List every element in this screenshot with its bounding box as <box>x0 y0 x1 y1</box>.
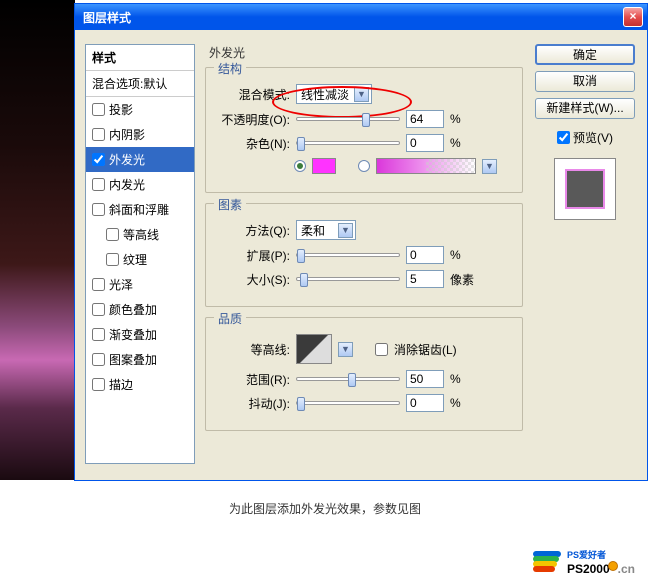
sidebar-item[interactable]: 光泽 <box>86 272 194 297</box>
sidebar-label: 等高线 <box>123 226 159 243</box>
sidebar-checkbox[interactable] <box>92 278 105 291</box>
cancel-button[interactable]: 取消 <box>535 71 635 92</box>
window-title: 图层样式 <box>79 9 623 26</box>
group-quality: 品质 等高线: ▼ 消除锯齿(L) 范围(R): % 抖动(J): <box>205 317 523 431</box>
style-sidebar: 样式 混合选项:默认 投影内阴影外发光内发光斜面和浮雕等高线纹理光泽颜色叠加渐变… <box>85 44 195 464</box>
preview-checkbox[interactable] <box>557 131 570 144</box>
contour-picker[interactable] <box>296 334 332 364</box>
sidebar-label: 投影 <box>109 101 133 118</box>
sidebar-item[interactable]: 纹理 <box>86 247 194 272</box>
legend-structure: 结构 <box>214 60 246 77</box>
group-elements: 图素 方法(Q): 柔和 ▼ 扩展(P): % 大小(S): <box>205 203 523 307</box>
sidebar-checkbox[interactable] <box>106 228 119 241</box>
sidebar-label: 外发光 <box>109 151 145 168</box>
sidebar-item[interactable]: 斜面和浮雕 <box>86 197 194 222</box>
antialias-label: 消除锯齿(L) <box>394 341 457 358</box>
noise-unit: % <box>450 136 461 150</box>
sidebar-header: 样式 <box>86 45 194 71</box>
sidebar-item[interactable]: 内阴影 <box>86 122 194 147</box>
sidebar-item[interactable]: 渐变叠加 <box>86 322 194 347</box>
legend-quality: 品质 <box>214 310 246 327</box>
sidebar-item[interactable]: 描边 <box>86 372 194 397</box>
range-input[interactable] <box>406 370 444 388</box>
chevron-down-icon: ▼ <box>338 223 353 238</box>
technique-select[interactable]: 柔和 ▼ <box>296 220 356 240</box>
caption: 为此图层添加外发光效果，参数见图 <box>0 500 650 517</box>
noise-input[interactable] <box>406 134 444 152</box>
jitter-unit: % <box>450 396 461 410</box>
group-structure: 结构 混合模式: 线性减淡 ▼ 不透明度(O): % 杂色(N): <box>205 67 523 193</box>
jitter-label: 抖动(J): <box>218 395 290 412</box>
size-input[interactable] <box>406 270 444 288</box>
preview-box <box>554 158 616 220</box>
sidebar-label: 颜色叠加 <box>109 301 157 318</box>
sidebar-checkbox[interactable] <box>92 203 105 216</box>
gradient-radio[interactable] <box>358 160 370 172</box>
sidebar-item[interactable]: 外发光 <box>86 147 194 172</box>
size-unit: 像素 <box>450 271 474 288</box>
sidebar-label: 斜面和浮雕 <box>109 201 169 218</box>
ok-button[interactable]: 确定 <box>535 44 635 65</box>
sidebar-checkbox[interactable] <box>106 253 119 266</box>
opacity-input[interactable] <box>406 110 444 128</box>
preview-inner <box>565 169 605 209</box>
sidebar-label: 内阴影 <box>109 126 145 143</box>
sidebar-checkbox[interactable] <box>92 128 105 141</box>
contour-label: 等高线: <box>218 341 290 358</box>
opacity-unit: % <box>450 112 461 126</box>
chevron-down-icon[interactable]: ▼ <box>338 342 353 357</box>
color-swatch[interactable] <box>312 158 336 174</box>
sidebar-checkbox[interactable] <box>92 153 105 166</box>
legend-elements: 图素 <box>214 196 246 213</box>
sidebar-label: 纹理 <box>123 251 147 268</box>
range-unit: % <box>450 372 461 386</box>
jitter-input[interactable] <box>406 394 444 412</box>
opacity-slider[interactable] <box>296 117 400 121</box>
technique-label: 方法(Q): <box>218 222 290 239</box>
sidebar-item[interactable]: 图案叠加 <box>86 347 194 372</box>
size-slider[interactable] <box>296 277 400 281</box>
sidebar-checkbox[interactable] <box>92 103 105 116</box>
sidebar-item[interactable]: 内发光 <box>86 172 194 197</box>
new-style-button[interactable]: 新建样式(W)... <box>535 98 635 119</box>
noise-slider[interactable] <box>296 141 400 145</box>
sidebar-item[interactable]: 投影 <box>86 97 194 122</box>
sidebar-checkbox[interactable] <box>92 378 105 391</box>
spread-unit: % <box>450 248 461 262</box>
logo: PS爱好者 PS2000.cn <box>533 548 635 576</box>
sidebar-checkbox[interactable] <box>92 353 105 366</box>
logo-icon <box>533 551 563 573</box>
blend-mode-select[interactable]: 线性减淡 ▼ <box>296 84 372 104</box>
antialias-checkbox[interactable] <box>375 343 388 356</box>
spread-input[interactable] <box>406 246 444 264</box>
range-label: 范围(R): <box>218 371 290 388</box>
sidebar-checkbox[interactable] <box>92 303 105 316</box>
sidebar-item[interactable]: 颜色叠加 <box>86 297 194 322</box>
gradient-swatch[interactable] <box>376 158 476 174</box>
sidebar-label: 描边 <box>109 376 133 393</box>
sidebar-checkbox[interactable] <box>92 328 105 341</box>
sidebar-label: 图案叠加 <box>109 351 157 368</box>
size-label: 大小(S): <box>218 271 290 288</box>
spread-slider[interactable] <box>296 253 400 257</box>
spread-label: 扩展(P): <box>218 247 290 264</box>
jitter-slider[interactable] <box>296 401 400 405</box>
close-button[interactable]: × <box>623 7 643 27</box>
sidebar-item[interactable]: 等高线 <box>86 222 194 247</box>
sidebar-default[interactable]: 混合选项:默认 <box>86 71 194 97</box>
sidebar-label: 内发光 <box>109 176 145 193</box>
noise-label: 杂色(N): <box>218 135 290 152</box>
blend-mode-label: 混合模式: <box>218 86 290 103</box>
sidebar-label: 渐变叠加 <box>109 326 157 343</box>
preview-toggle[interactable]: 预览(V) <box>557 129 613 146</box>
chevron-down-icon[interactable]: ▼ <box>482 159 497 174</box>
range-slider[interactable] <box>296 377 400 381</box>
chevron-down-icon: ▼ <box>354 87 369 102</box>
sidebar-label: 光泽 <box>109 276 133 293</box>
panel-title: 外发光 <box>209 44 523 61</box>
opacity-label: 不透明度(O): <box>218 111 290 128</box>
sidebar-checkbox[interactable] <box>92 178 105 191</box>
color-radio[interactable] <box>294 160 306 172</box>
